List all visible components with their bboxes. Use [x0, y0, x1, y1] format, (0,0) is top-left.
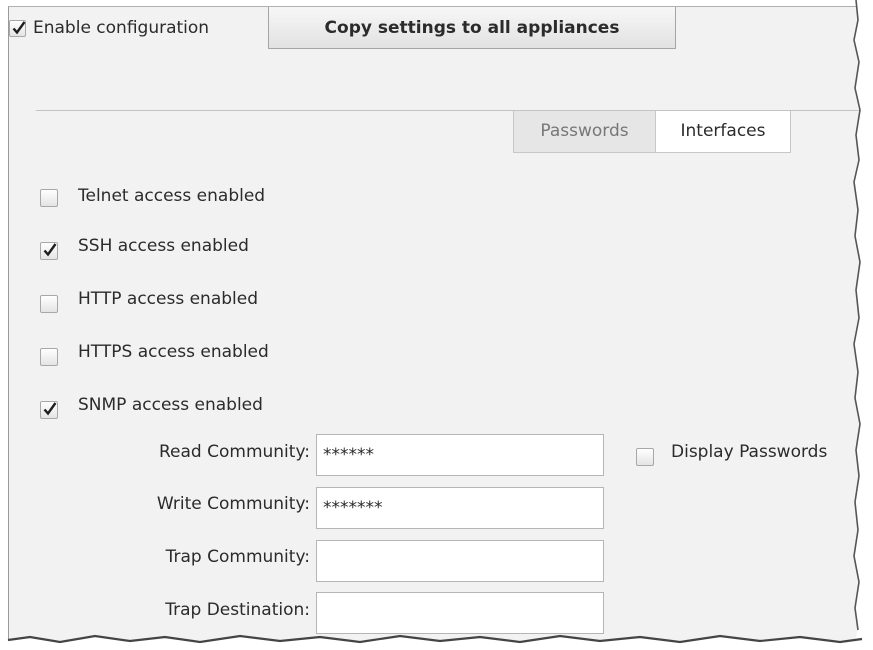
- snmp-access-label: SNMP access enabled: [78, 395, 263, 415]
- write-community-label: Write Community:: [156, 494, 310, 514]
- tab-interfaces[interactable]: Interfaces: [655, 111, 791, 153]
- http-access-label: HTTP access enabled: [78, 289, 259, 309]
- trap-community-label: Trap Community:: [165, 547, 310, 567]
- trap-community-input[interactable]: [316, 540, 604, 582]
- trap-destination-label: Trap Destination:: [165, 600, 310, 620]
- write-community-input[interactable]: [316, 487, 604, 529]
- read-community-input[interactable]: [316, 434, 604, 476]
- snmp-access-checkbox[interactable]: [40, 401, 58, 419]
- torn-edge-right: [852, 0, 873, 650]
- ssh-access-checkbox[interactable]: [40, 242, 58, 260]
- torn-edge-bottom: [0, 634, 873, 650]
- telnet-access-checkbox[interactable]: [40, 189, 58, 207]
- checkmark-icon: [43, 402, 57, 416]
- ssh-access-label: SSH access enabled: [78, 236, 249, 256]
- enable-configuration-label: Enable configuration: [33, 18, 210, 38]
- checkmark-icon: [12, 21, 26, 35]
- http-access-checkbox[interactable]: [40, 295, 58, 313]
- enable-configuration-checkbox[interactable]: [9, 20, 26, 37]
- https-access-checkbox[interactable]: [40, 348, 58, 366]
- checkmark-icon: [43, 243, 57, 257]
- read-community-label: Read Community:: [159, 442, 310, 462]
- copy-settings-button[interactable]: Copy settings to all appliances: [268, 7, 676, 49]
- https-access-label: HTTPS access enabled: [78, 342, 269, 362]
- display-passwords-label: Display Passwords: [671, 442, 828, 462]
- display-passwords-checkbox[interactable]: [636, 448, 654, 466]
- tab-passwords[interactable]: Passwords: [513, 111, 656, 153]
- trap-destination-input[interactable]: [316, 592, 604, 634]
- telnet-access-label: Telnet access enabled: [78, 186, 266, 206]
